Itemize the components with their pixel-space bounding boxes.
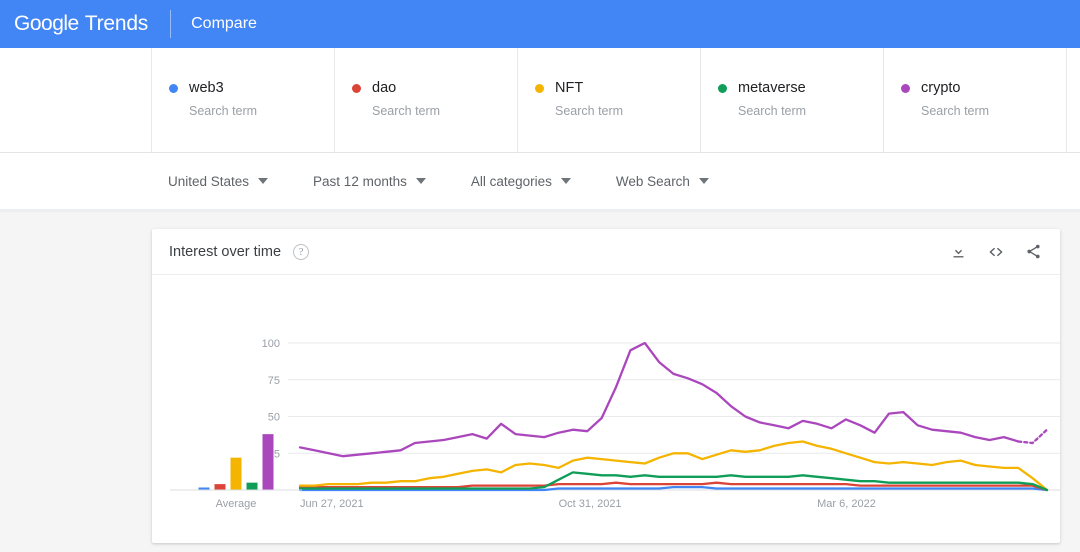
chevron-down-icon (258, 178, 269, 184)
search-term-card-5[interactable]: crypto Search term (884, 48, 1067, 153)
time-filter-label: Past 12 months (313, 173, 407, 189)
interest-over-time-chart[interactable]: 255075100Jun 27, 2021 Oct 31, 2021 Mar 6, … (152, 275, 1060, 541)
average-bar-chart: Average (170, 434, 302, 510)
google-trends-logo[interactable]: Google Trends (14, 12, 148, 36)
search-term-subtitle-5: Search term (921, 103, 990, 118)
series-color-dot-crypto (901, 83, 910, 93)
search-term-card-3[interactable]: NFT Search term (518, 48, 701, 153)
chevron-down-icon (698, 178, 709, 184)
search-term-subtitle-2: Search term (372, 103, 441, 118)
search-term-name-3: NFT (555, 80, 584, 96)
search-term-card-1[interactable]: web3 Search term (152, 48, 335, 153)
x-axis-tick-0: Jun 27, 2021 (300, 498, 364, 510)
average-label: Average (216, 498, 257, 510)
terms-right-spacer (1067, 48, 1080, 153)
search-term-card-2[interactable]: dao Search term (335, 48, 518, 153)
search-term-name-2: dao (372, 80, 397, 96)
header-divider (170, 10, 172, 38)
search-term-name-5: crypto (921, 80, 961, 96)
content-area: Interest over time ? 25 50 75 100 Jun 27… (0, 212, 1080, 549)
series-color-dot-metaverse (718, 83, 727, 93)
y-axis-tick-50: 50 (268, 412, 280, 424)
chevron-down-icon (560, 178, 571, 184)
search-terms-strip: web3 Search term dao Search term NFT Sea… (0, 48, 1080, 153)
logo-trends-text: Trends (84, 12, 149, 35)
compare-page-title: Compare (191, 15, 257, 32)
search-term-card-4[interactable]: metaverse Search term (701, 48, 884, 153)
terms-left-spacer (0, 48, 152, 153)
search-type-filter-label: Web Search (615, 173, 690, 189)
region-filter-label: United States (168, 173, 250, 189)
top-app-bar: Google Trends Compare (0, 0, 1080, 48)
logo-google-text: Google (14, 12, 79, 35)
series-line-crypto (298, 341, 1049, 458)
share-icon[interactable] (1025, 243, 1042, 260)
average-bar-dao (214, 484, 226, 490)
time-filter[interactable]: Past 12 months (313, 174, 426, 189)
interest-over-time-card: Interest over time ? 25 50 75 100 Jun 27… (152, 229, 1060, 543)
download-icon[interactable] (950, 243, 967, 260)
category-filter[interactable]: All categories (471, 174, 571, 189)
average-bar-crypto (262, 434, 274, 490)
search-term-subtitle-3: Search term (555, 103, 624, 118)
search-type-filter[interactable]: Web Search (616, 174, 709, 189)
region-filter[interactable]: United States (168, 173, 269, 189)
series-color-dot-web3 (169, 83, 178, 93)
embed-code-icon[interactable] (987, 243, 1005, 261)
y-axis-tick-75: 75 (268, 375, 280, 387)
x-axis-tick-1: Oct 31, 2021 (559, 498, 622, 510)
help-icon[interactable]: ? (293, 243, 310, 260)
y-axis-tick-100: 100 (262, 338, 280, 350)
category-filter-label: All categories (470, 173, 552, 189)
average-bar-NFT (230, 457, 242, 490)
chart-body[interactable]: 25 50 75 100 Jun 27, 2021 Oct 31, 2021 Mar 6, … (152, 275, 1060, 541)
card-actions (950, 243, 1042, 261)
search-term-name-1: web3 (189, 80, 224, 96)
chevron-down-icon (415, 178, 426, 184)
series-color-dot-dao (352, 83, 361, 93)
card-header: Interest over time ? (152, 229, 1060, 275)
series-color-dot-nft (535, 83, 544, 93)
filter-bar: United States Past 12 months All categor… (0, 153, 1080, 212)
search-term-subtitle-4: Search term (738, 103, 807, 118)
x-axis-tick-2: Mar 6, 2022 (817, 498, 876, 510)
search-term-name-4: metaverse (738, 80, 806, 96)
average-bar-metaverse (246, 482, 258, 490)
card-title: Interest over time (169, 243, 282, 260)
search-term-subtitle-1: Search term (189, 103, 258, 118)
